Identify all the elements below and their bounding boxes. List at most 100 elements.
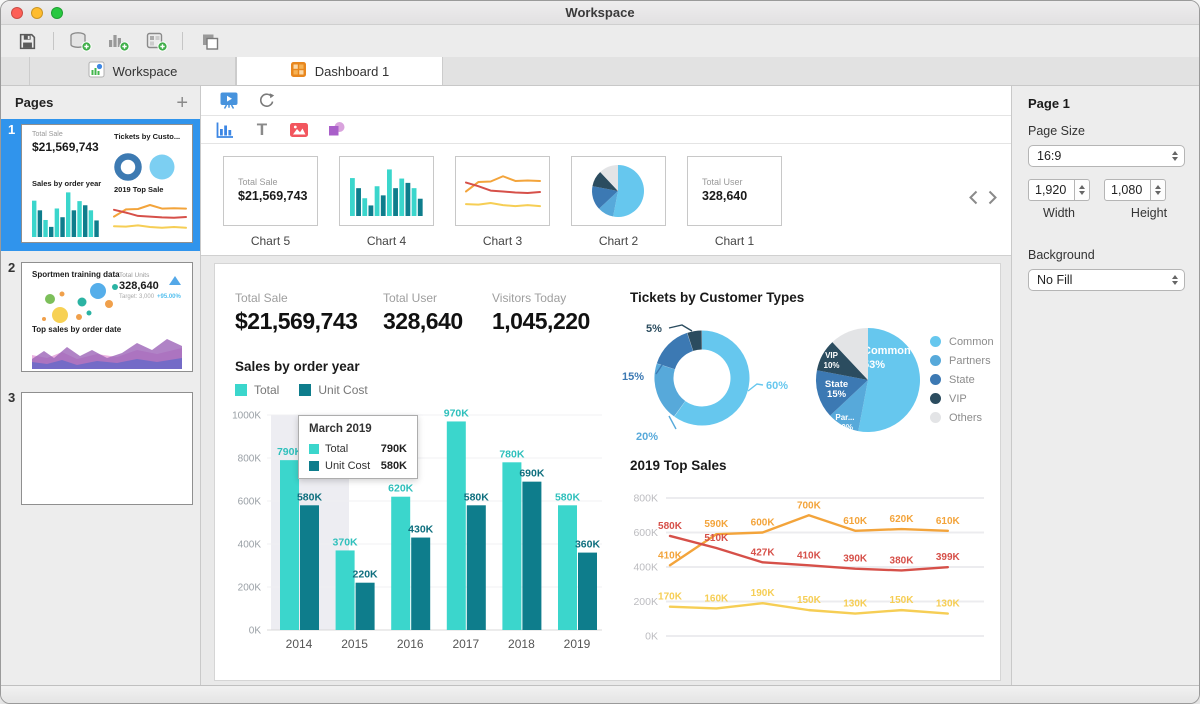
duplicate-icon[interactable] [197, 29, 221, 53]
up-triangle-icon [169, 276, 181, 285]
gallery-card-preview [571, 156, 666, 226]
kpi-value: 1,045,220 [492, 308, 590, 335]
dashboard-icon [290, 61, 307, 81]
legend-dot [930, 374, 941, 385]
height-label: Height [1118, 206, 1180, 220]
svg-text:380K: 380K [890, 555, 915, 566]
inspector-panel: Page 1 Page Size 16:9 Width Height [1011, 86, 1199, 685]
svg-text:5%: 5% [646, 323, 662, 335]
minimize-button[interactable] [31, 7, 43, 19]
tab-workspace[interactable]: Workspace [29, 57, 236, 85]
gallery-card-chart-5[interactable]: Total Sale$21,569,743Chart 5 [223, 156, 318, 248]
sales-bar-chart[interactable]: 0K200K400K600K800K1000K20142015201620172… [223, 402, 615, 662]
top-sales-line-chart[interactable]: 0K200K400K600K800K410K590K600K700K610K62… [622, 484, 994, 654]
thumb-total-sale-value: $21,569,743 [32, 140, 99, 154]
dashboard-page[interactable]: Total Sale$21,569,743 Total User328,640 Vi… [214, 263, 1001, 681]
svg-text:427K: 427K [751, 547, 776, 558]
zoom-button[interactable] [51, 7, 63, 19]
refresh-icon[interactable] [254, 89, 278, 113]
page2-thumb-graphics [22, 263, 192, 371]
svg-text:130K: 130K [936, 599, 961, 610]
page-size-select[interactable]: 16:9 [1028, 145, 1185, 167]
kpi-visitors-today[interactable]: Visitors Today1,045,220 [492, 291, 590, 335]
legend-label: State [949, 374, 975, 386]
tickets-donut-pie-chart[interactable]: 60%20%15%5%Common53%Par...10%State15%VIP… [620, 308, 950, 454]
svg-text:690K: 690K [519, 468, 545, 480]
kpi-label: Total User [383, 291, 463, 305]
pages-panel-title: Pages [15, 95, 53, 110]
gallery-card-label: Chart 5 [223, 234, 318, 248]
background-select[interactable]: No Fill [1028, 269, 1185, 291]
gallery-card-chart-2[interactable]: Chart 2 [571, 156, 666, 248]
pages-panel: Pages + 1 Total Sale $21,569,743 Tickets… [1, 86, 201, 685]
gallery-card-preview: Total User328,640 [687, 156, 782, 226]
svg-text:2014: 2014 [286, 637, 313, 651]
height-stepper[interactable] [1151, 179, 1166, 201]
toolbar-separator [53, 32, 54, 50]
svg-text:510K: 510K [704, 533, 729, 544]
kpi-total-sale[interactable]: Total Sale$21,569,743 [235, 291, 357, 335]
close-button[interactable] [11, 7, 23, 19]
svg-text:600K: 600K [633, 527, 658, 539]
status-bar [1, 685, 1199, 704]
legend-dot [930, 412, 941, 423]
svg-text:400K: 400K [238, 540, 262, 551]
svg-text:620K: 620K [388, 483, 414, 495]
svg-text:430K: 430K [408, 524, 434, 536]
page-thumbnail-1[interactable]: 1 Total Sale $21,569,743 Tickets by Cust… [1, 119, 200, 251]
thumb-units-label: Total Units [119, 272, 149, 279]
svg-text:580K: 580K [555, 491, 581, 503]
tab-dashboard-1[interactable]: Dashboard 1 [236, 57, 443, 85]
legend-item: Others [930, 408, 994, 427]
add-data-icon[interactable] [68, 29, 92, 53]
legend-item: State [930, 370, 994, 389]
toolbar-separator [182, 32, 183, 50]
tickets-legend: CommonPartnersStateVIPOthers [930, 332, 994, 427]
insert-text-icon[interactable]: T [250, 118, 274, 142]
kpi-value: $21,569,743 [238, 189, 308, 203]
page-number: 2 [8, 260, 15, 275]
page-thumbnail-3[interactable]: 3 [1, 387, 200, 513]
gallery-card-chart-3[interactable]: Chart 3 [455, 156, 550, 248]
height-input[interactable] [1104, 179, 1151, 201]
thumb-delta: +95.00% [157, 294, 181, 300]
width-input[interactable] [1028, 179, 1075, 201]
gallery-card-chart-4[interactable]: Chart 4 [339, 156, 434, 248]
svg-text:610K: 610K [936, 516, 961, 527]
bar-chart-title: Sales by order year [235, 359, 360, 374]
gallery-next-button[interactable] [988, 190, 997, 210]
gallery-prev-button[interactable] [969, 190, 978, 210]
svg-text:780K: 780K [499, 448, 525, 460]
save-icon[interactable] [15, 29, 39, 53]
insert-image-icon[interactable] [287, 118, 311, 142]
insert-chart-icon[interactable] [213, 118, 237, 142]
svg-text:360K: 360K [575, 539, 601, 551]
svg-text:10%: 10% [837, 423, 853, 432]
svg-text:200K: 200K [633, 596, 658, 608]
thumb-units-value: 328,640 [119, 280, 159, 292]
page-size-label: Page Size [1028, 124, 1183, 138]
insert-toolbar: T [201, 116, 1011, 144]
gallery-card-chart-1[interactable]: Total User328,640Chart 1 [687, 156, 782, 248]
add-chart-icon[interactable] [106, 29, 130, 53]
tickets-chart-title: Tickets by Customer Types [630, 290, 804, 305]
tooltip-swatch [309, 461, 319, 471]
svg-text:2016: 2016 [397, 637, 424, 651]
legend-item: Common [930, 332, 994, 351]
gallery-card-label: Chart 2 [571, 234, 666, 248]
page-thumbnail-2[interactable]: 2 Sportmen training data Total Units [1, 257, 200, 379]
svg-text:2018: 2018 [508, 637, 535, 651]
canvas-toolbar [201, 86, 1011, 116]
svg-text:15%: 15% [622, 371, 644, 383]
insert-shape-icon[interactable] [324, 118, 348, 142]
present-icon[interactable] [217, 89, 241, 113]
width-stepper[interactable] [1075, 179, 1090, 201]
svg-text:130K: 130K [843, 599, 868, 610]
legend-label: VIP [949, 393, 967, 405]
empty-page-card [21, 392, 193, 505]
legend-item: VIP [930, 389, 994, 408]
add-page-button[interactable]: + [176, 94, 188, 112]
kpi-total-user[interactable]: Total User328,640 [383, 291, 463, 335]
legend-dot [930, 336, 941, 347]
add-dashboard-icon[interactable] [144, 29, 168, 53]
